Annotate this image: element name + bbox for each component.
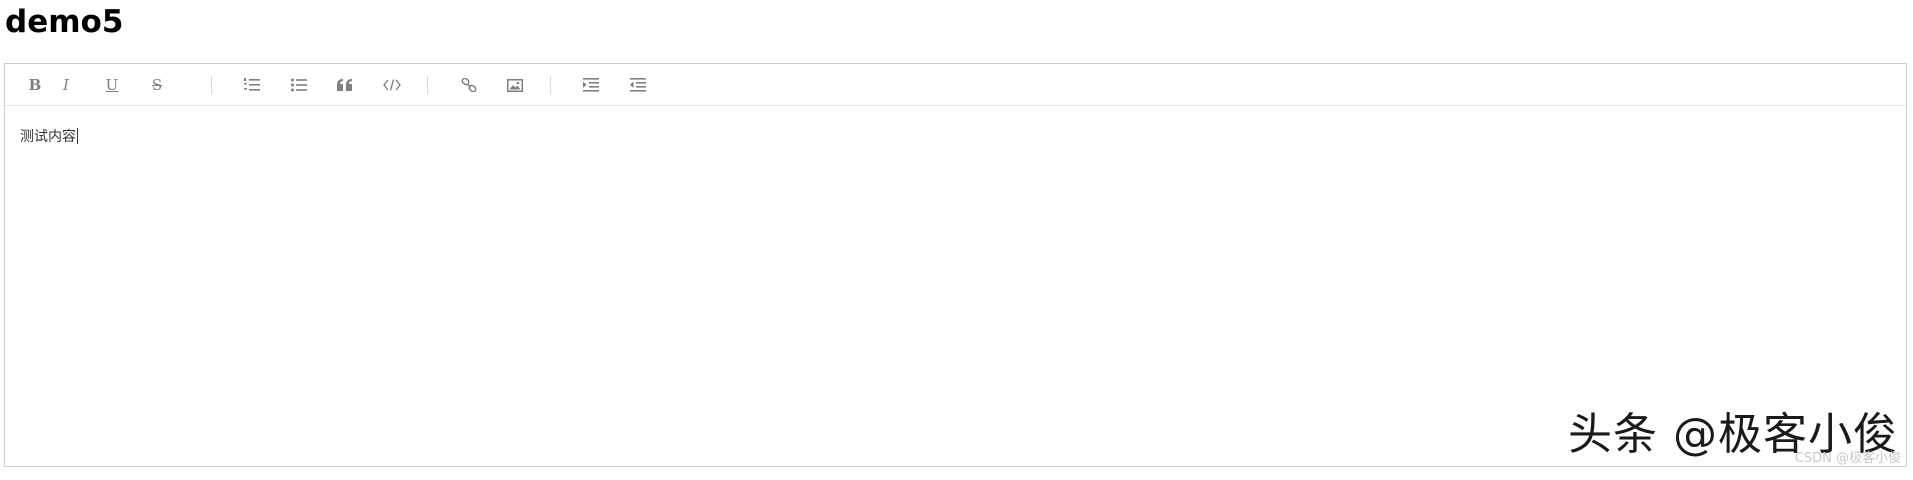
bold-button[interactable]: B — [21, 75, 49, 95]
toolbar-divider — [427, 76, 428, 94]
rich-text-editor: B I U S 测试内容 — [4, 63, 1907, 467]
quote-icon — [337, 79, 352, 91]
underline-button[interactable]: U — [98, 75, 126, 95]
indent-increase-button[interactable] — [577, 75, 605, 95]
outdent-icon — [630, 78, 646, 92]
ordered-list-icon — [244, 78, 260, 91]
strikethrough-icon: S — [151, 76, 163, 94]
ordered-list-button[interactable] — [238, 75, 266, 95]
underline-icon: U — [105, 76, 119, 94]
code-icon — [383, 79, 401, 91]
page-title: demo5 — [5, 4, 124, 40]
page: demo5 B I U S 测试内容 头条 @极客小俊 CSDN @极客小俊 — [0, 0, 1913, 480]
indent-icon — [583, 78, 599, 92]
strikethrough-button[interactable]: S — [143, 75, 171, 95]
italic-button[interactable]: I — [52, 75, 80, 95]
image-icon — [507, 78, 523, 92]
italic-icon: I — [63, 76, 69, 94]
code-block-button[interactable] — [378, 75, 406, 95]
editor-toolbar: B I U S — [5, 64, 1906, 106]
indent-decrease-button[interactable] — [624, 75, 652, 95]
image-button[interactable] — [501, 75, 529, 95]
link-button[interactable] — [455, 75, 483, 95]
bold-icon: B — [28, 76, 42, 94]
blockquote-button[interactable] — [331, 75, 359, 95]
bullet-list-button[interactable] — [285, 75, 313, 95]
watermark-small: CSDN @极客小俊 — [1794, 451, 1901, 466]
text-caret — [77, 128, 78, 144]
toolbar-divider — [211, 76, 212, 94]
editor-text: 测试内容 — [20, 129, 76, 145]
toolbar-divider — [550, 76, 551, 94]
bullet-list-icon — [291, 78, 307, 92]
link-icon — [461, 78, 477, 92]
